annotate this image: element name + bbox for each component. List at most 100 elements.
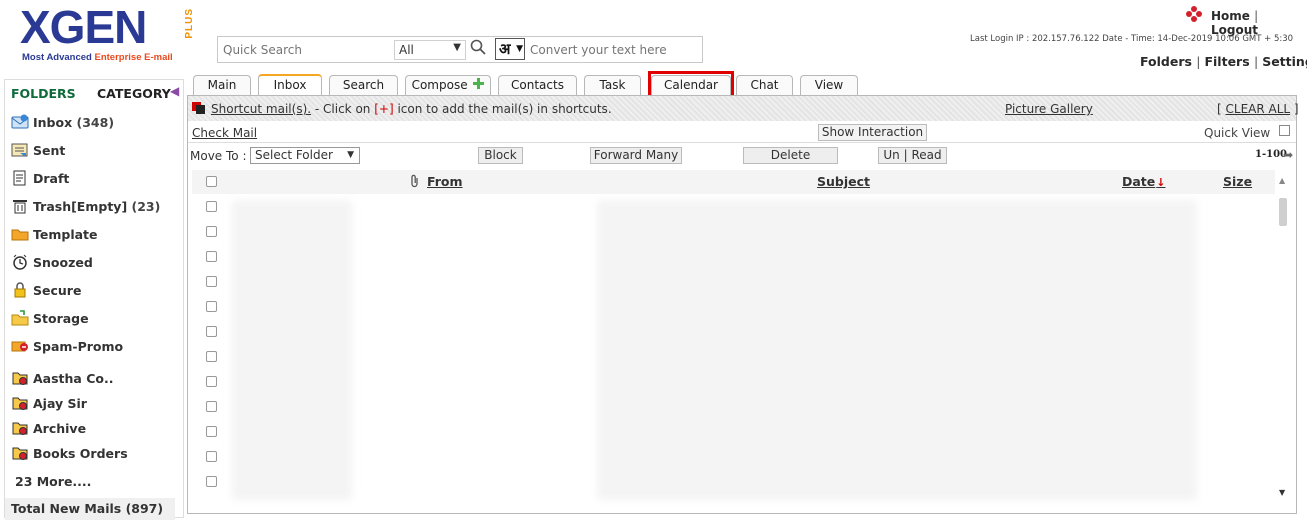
mail-panel: Shortcut mail(s). - Click on [+] icon to…: [187, 95, 1299, 514]
sidebar-item-sent[interactable]: Sent: [11, 142, 65, 158]
sidebar-item-secure[interactable]: Secure: [11, 282, 81, 298]
collapse-arrow-icon[interactable]: ◀: [170, 84, 179, 98]
sidebar-item-label: Template: [33, 226, 98, 242]
convert-text-input[interactable]: [528, 40, 698, 60]
xgen-logo: XGEN PLUS Most Advanced Enterprise E-mai…: [20, 2, 195, 64]
column-from[interactable]: From: [427, 174, 463, 189]
next-page-arrow-icon[interactable]: ➡: [1283, 148, 1293, 162]
hindi-input-button[interactable]: अ ▼: [495, 38, 525, 60]
sidebar-item-label: Snoozed: [33, 254, 93, 270]
tab-contacts[interactable]: Contacts: [498, 75, 577, 96]
select-all-checkbox[interactable]: [206, 176, 217, 187]
row-checkbox[interactable]: [206, 251, 217, 262]
logo-plus: PLUS: [184, 8, 195, 39]
search-scope-select[interactable]: All ▼: [394, 40, 466, 60]
mail-list-header: From Subject Date↓ Size: [192, 170, 1280, 194]
sidebar-item-draft[interactable]: Draft: [11, 170, 69, 186]
shortcut-bar: Shortcut mail(s). - Click on [+] icon to…: [188, 96, 1299, 121]
sidebar-item-archive[interactable]: Archive: [11, 420, 86, 436]
scroll-up-arrow-icon[interactable]: ▲: [1279, 176, 1285, 185]
sidebar-item-books-orders[interactable]: Books Orders: [11, 445, 128, 461]
custom-folder-icon: [11, 370, 29, 386]
row-checkbox[interactable]: [206, 401, 217, 412]
tab-main[interactable]: Main: [193, 75, 251, 96]
sidebar-item-aastha[interactable]: Aastha Co..: [11, 370, 113, 386]
attachment-icon[interactable]: [410, 174, 420, 192]
mail-list: From Subject Date↓ Size: [192, 170, 1282, 510]
scroll-thumb[interactable]: [1279, 198, 1287, 226]
custom-folder-icon: [11, 395, 29, 411]
move-folder-value: Select Folder: [255, 148, 333, 162]
chevron-down-icon: ▼: [453, 42, 461, 53]
home-link[interactable]: Home: [1211, 9, 1250, 23]
row-checkbox[interactable]: [206, 226, 217, 237]
row-checkbox[interactable]: [206, 326, 217, 337]
quick-search-bar: All ▼ अ ▼: [217, 36, 703, 63]
column-date[interactable]: Date↓: [1122, 174, 1165, 189]
tab-task[interactable]: Task: [584, 75, 641, 96]
move-folder-select[interactable]: Select Folder ▼: [250, 147, 360, 164]
search-icon[interactable]: [470, 39, 486, 59]
top-settings-links: Folders | Filters | Settings: [1140, 54, 1307, 69]
check-mail-link[interactable]: Check Mail: [192, 126, 257, 140]
sidebar-item-label: Spam-Promo: [33, 338, 124, 354]
filters-link[interactable]: Filters: [1204, 54, 1249, 69]
sidebar-item-label: Ajay Sir: [33, 395, 87, 411]
picture-gallery-link[interactable]: Picture Gallery: [1005, 102, 1093, 116]
lock-icon: [11, 282, 29, 298]
show-interaction-button[interactable]: Show Interaction: [818, 124, 927, 141]
sidebar-item-template[interactable]: Template: [11, 226, 98, 242]
tab-inbox[interactable]: Inbox: [258, 74, 322, 96]
sidebar-item-label: Storage: [33, 310, 89, 326]
sidebar-item-ajay-sir[interactable]: Ajay Sir: [11, 395, 87, 411]
row-checkbox[interactable]: [206, 426, 217, 437]
mail-list-scrollbar[interactable]: ▲ ▼: [1275, 170, 1291, 510]
more-folders-link[interactable]: 23 More....: [15, 474, 91, 489]
quick-view-checkbox[interactable]: [1279, 125, 1290, 136]
folders-heading[interactable]: FOLDERS: [11, 86, 76, 101]
sidebar-item-label: Aastha Co..: [33, 370, 114, 386]
row-checkbox[interactable]: [206, 351, 217, 362]
template-folder-icon: [11, 226, 29, 242]
quick-search-input[interactable]: [221, 40, 391, 60]
add-shortcut-marker: [+]: [374, 102, 394, 116]
row-checkbox[interactable]: [206, 276, 217, 287]
shortcut-mails-link[interactable]: Shortcut mail(s).: [211, 102, 311, 116]
tab-chat[interactable]: Chat: [736, 75, 793, 96]
tab-search[interactable]: Search: [329, 75, 398, 96]
sidebar-item-label: Secure: [33, 282, 82, 298]
category-heading[interactable]: CATEGORY: [97, 86, 171, 101]
delete-button[interactable]: Delete: [743, 147, 838, 164]
row-checkbox[interactable]: [206, 376, 217, 387]
row-checkbox[interactable]: [206, 476, 217, 487]
sidebar-item-spam-promo[interactable]: Spam-Promo: [11, 338, 123, 354]
clear-all-link[interactable]: CLEAR ALL: [1226, 102, 1291, 116]
home-logout-links: Home | Logout: [1211, 9, 1259, 37]
tab-compose[interactable]: Compose: [405, 75, 491, 96]
storage-folder-icon: [11, 310, 29, 326]
sidebar-item-snoozed[interactable]: Snoozed: [11, 254, 93, 270]
column-subject[interactable]: Subject: [817, 174, 870, 189]
row-checkbox[interactable]: [206, 451, 217, 462]
row-checkbox[interactable]: [206, 201, 217, 212]
tab-view[interactable]: View: [800, 75, 858, 96]
move-to-label: Move To :: [190, 149, 247, 163]
forward-many-button[interactable]: Forward Many: [590, 147, 682, 164]
folders-link[interactable]: Folders: [1140, 54, 1192, 69]
sort-down-arrow-icon: ↓: [1156, 176, 1166, 189]
logo-tagline: Most Advanced Enterprise E-mail: [22, 52, 173, 63]
sidebar-item-storage[interactable]: Storage: [11, 310, 89, 326]
unread-button[interactable]: Un | Read: [878, 147, 947, 164]
flower-settings-icon[interactable]: [1186, 6, 1202, 26]
settings-link[interactable]: Settings: [1262, 54, 1307, 69]
block-button[interactable]: Block: [478, 147, 523, 164]
total-new-mails: Total New Mails (897): [5, 498, 175, 520]
clear-all-shortcuts: [ CLEAR ALL ]: [1217, 102, 1299, 116]
chevron-down-icon: ▼: [347, 150, 354, 160]
scroll-down-arrow-icon[interactable]: ▼: [1279, 488, 1285, 497]
sidebar-item-inbox[interactable]: Inbox (348): [11, 114, 114, 130]
spam-icon: [11, 338, 29, 354]
sidebar-item-trash[interactable]: Trash[Empty] (23): [11, 198, 160, 214]
column-size[interactable]: Size: [1223, 174, 1252, 189]
row-checkbox[interactable]: [206, 301, 217, 312]
